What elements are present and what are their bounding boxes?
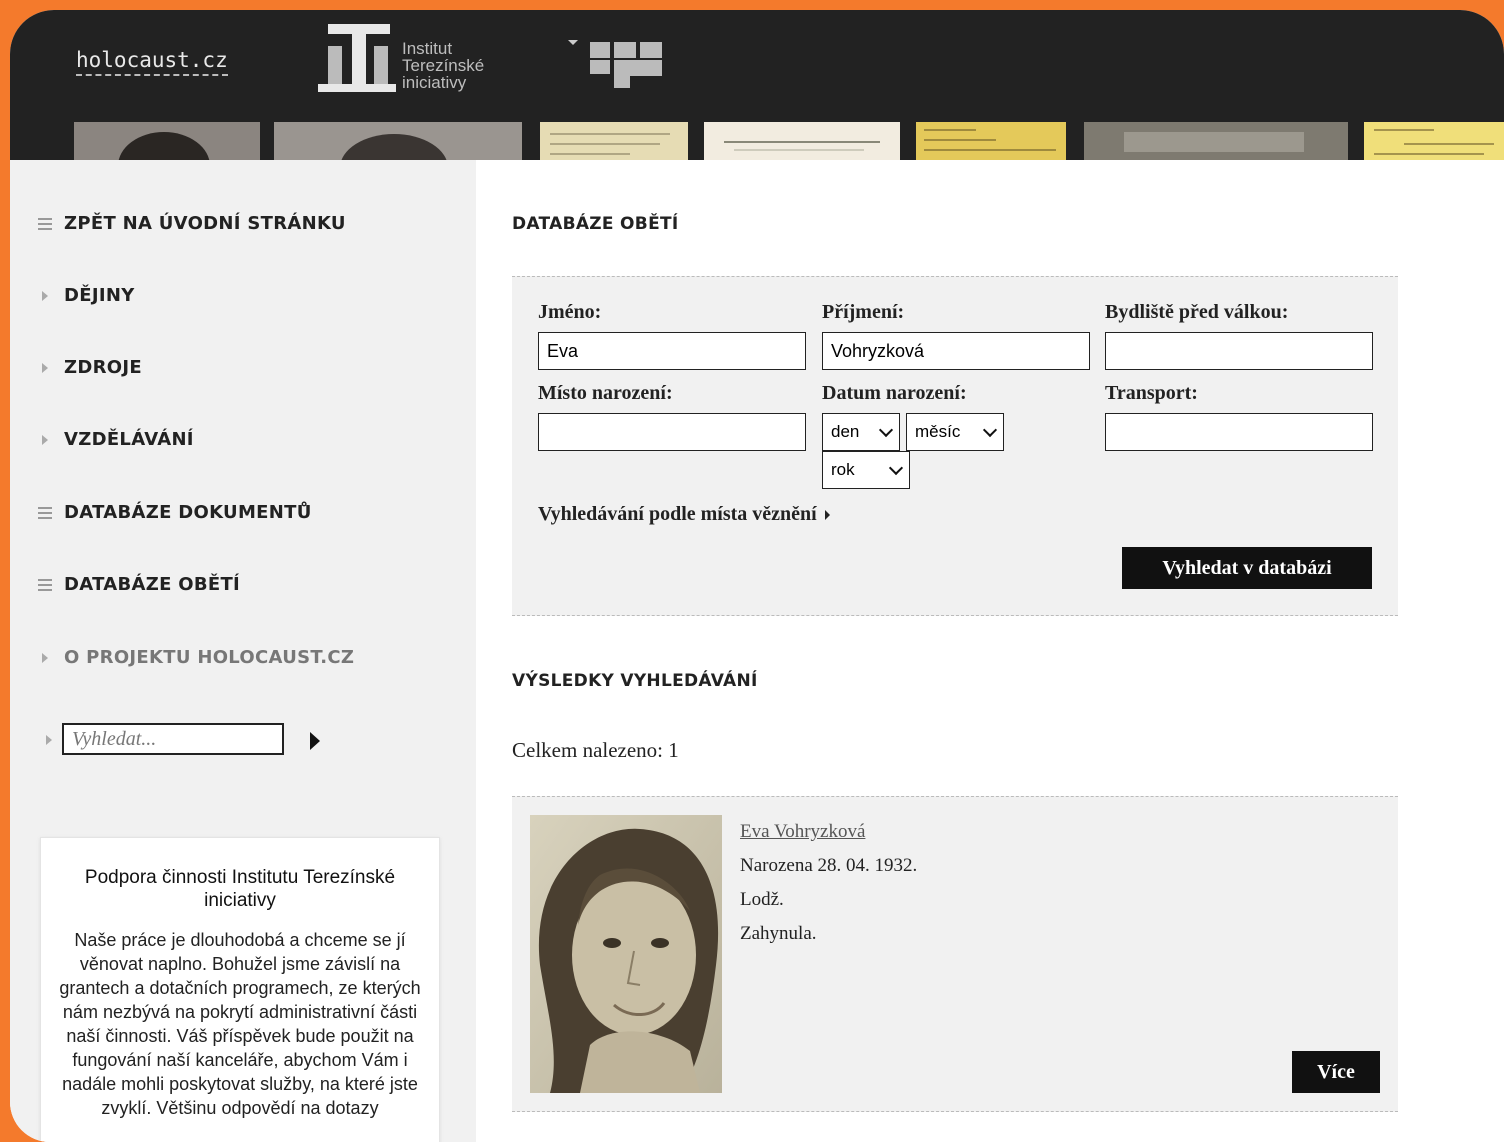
search-form: Jméno: Příjmení: Bydliště před válkou: M… [512,276,1398,616]
residence-label: Bydliště před válkou: [1105,301,1289,323]
sidebar: ZPĚT NA ÚVODNÍ STRÁNKU DĚJINY ZDROJE VZD… [10,160,476,1142]
chevron-down-icon [888,460,904,475]
menu-icon [38,217,52,230]
triangle-right-icon [824,509,830,520]
birthplace-input[interactable] [538,413,806,451]
sidebar-search-input[interactable] [62,723,284,755]
chevron-down-icon [982,422,998,437]
last-name-label: Příjmení: [822,301,905,323]
strip-document-4 [1364,122,1504,160]
strip-photo-1 [74,122,260,200]
sidebar-item-home[interactable]: ZPĚT NA ÚVODNÍ STRÁNKU [38,213,346,234]
first-name-input[interactable] [538,332,806,370]
birthplace-label: Místo narození: [538,382,673,404]
institute-logo[interactable]: Institut Terezínské iniciativy [316,24,506,104]
strip-document-1 [540,122,688,160]
triangle-right-icon [46,735,52,745]
sidebar-item-victims-db[interactable]: DATABÁZE OBĚTÍ [38,574,240,595]
strip-document-3 [916,122,1066,160]
main-content: DATABÁZE OBĚTÍ Jméno: Příjmení: Bydliště… [476,160,1504,1142]
triangle-right-icon [42,362,48,373]
birthdate-label: Datum narození: [822,382,967,404]
victim-name-link[interactable]: Eva Vohryzková [740,821,865,843]
search-database-button[interactable]: Vyhledat v databázi [1122,547,1372,589]
last-name-input[interactable] [822,332,1090,370]
language-flag-icon [568,40,662,88]
photo-strip [10,122,1504,202]
more-button[interactable]: Více [1292,1051,1380,1093]
birth-month-select[interactable]: měsíc [906,413,1004,451]
chevron-down-icon [878,422,894,437]
triangle-right-icon [42,652,48,663]
menu-icon [38,578,52,591]
site-home-link[interactable]: holocaust.cz [76,48,228,76]
results-title: VÝSLEDKY VYHLEDÁVÁNÍ [512,671,758,691]
results-count: Celkem nalezeno: 1 [512,738,679,762]
sidebar-item-about[interactable]: O PROJEKTU HOLOCAUST.CZ [38,647,354,668]
support-title: Podpora činnosti Institutu Terezínské in… [84,867,396,911]
birth-day-select[interactable]: den [822,413,900,451]
advanced-search-link[interactable]: Vyhledávání podle místa věznění [538,503,830,526]
sidebar-item-sources[interactable]: ZDROJE [38,357,142,378]
strip-photo-2 [274,122,522,202]
language-switcher[interactable] [566,38,686,92]
page-title: DATABÁZE OBĚTÍ [512,214,679,234]
logo-mark-icon [318,24,398,92]
menu-icon [38,506,52,519]
victim-fate: Zahynula. [740,923,817,944]
strip-photo-3 [1084,122,1348,160]
support-text: Naše práce je dlouhodobá a chceme se jí … [59,930,421,1118]
birth-year-select[interactable]: rok [822,451,910,489]
victim-birth-date: Narozena 28. 04. 1932. [740,855,918,876]
victim-place: Lodž. [740,889,784,910]
triangle-right-icon [42,290,48,301]
logo-text: Institut Terezínské iniciativy [402,39,485,92]
support-box: Podpora činnosti Institutu Terezínské in… [40,837,440,1142]
sidebar-item-education[interactable]: VZDĚLÁVÁNÍ [38,429,194,450]
first-name-label: Jméno: [538,301,602,323]
triangle-right-icon [42,434,48,445]
search-submit-arrow-icon[interactable] [310,732,320,750]
result-item: Eva Vohryzková Narozena 28. 04. 1932. Lo… [512,796,1398,1112]
sidebar-item-history[interactable]: DĚJINY [38,285,135,306]
strip-document-2 [704,122,900,160]
transport-input[interactable] [1105,413,1373,451]
victim-photo[interactable] [530,815,722,1093]
sidebar-item-documents-db[interactable]: DATABÁZE DOKUMENTŮ [38,502,312,523]
page-frame: holocaust.cz Institut Terezínské iniciat… [10,10,1504,1142]
transport-label: Transport: [1105,382,1198,404]
residence-input[interactable] [1105,332,1373,370]
site-header: holocaust.cz Institut Terezínské iniciat… [10,10,1504,202]
portrait-image [530,815,722,1093]
